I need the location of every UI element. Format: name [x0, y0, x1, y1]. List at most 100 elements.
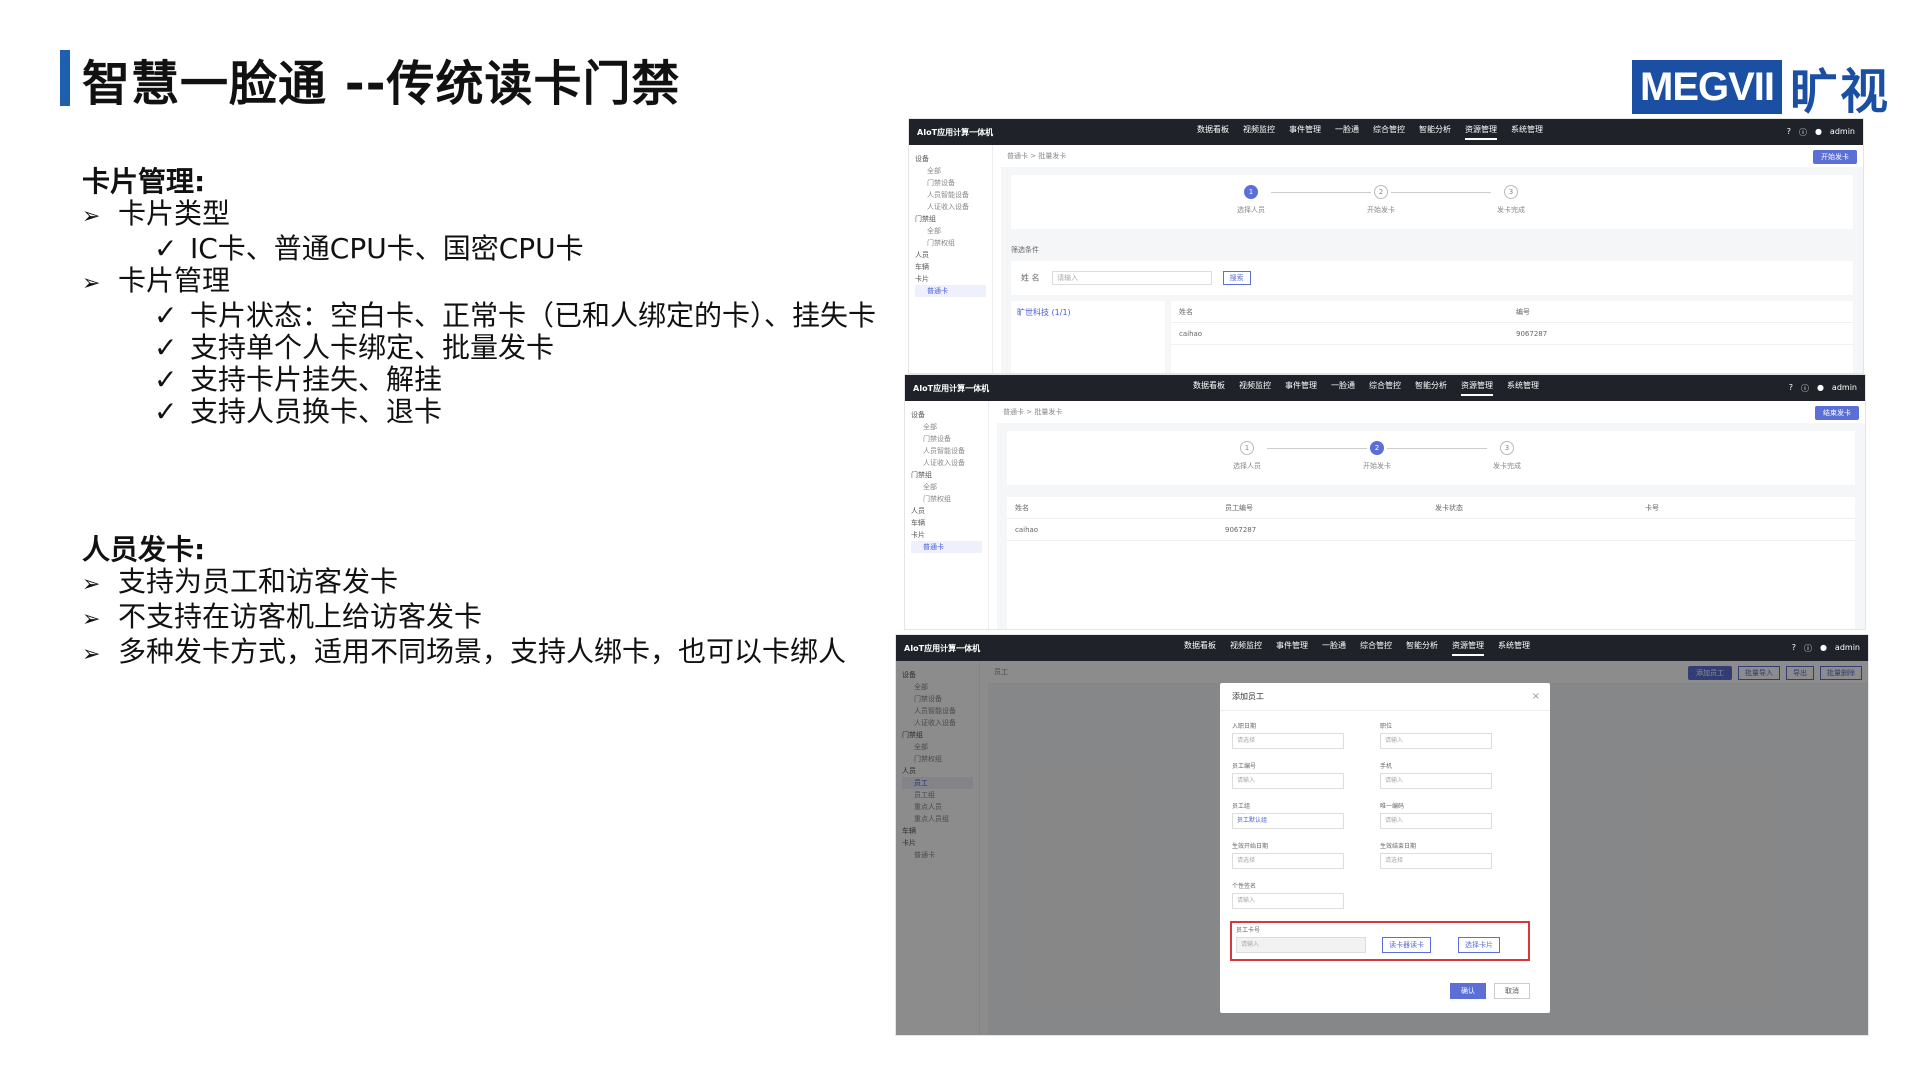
- name-input[interactable]: 请输入: [1052, 271, 1213, 285]
- start-issue-button[interactable]: 开始发卡: [1813, 150, 1857, 164]
- menu-item[interactable]: 视频监控: [1243, 124, 1275, 140]
- app-topbar: AIoT应用计算一体机 数据看板 视频监控 事件管理 一脸通 综合管控 智能分析…: [909, 119, 1863, 145]
- sidebar-group[interactable]: 门禁组: [915, 213, 986, 225]
- sidebar-item[interactable]: 全部: [911, 421, 982, 433]
- valid-end-input[interactable]: 请选择: [1380, 853, 1492, 869]
- sidebar-item[interactable]: 人证收入设备: [915, 201, 986, 213]
- sidebar-group[interactable]: 人员: [915, 249, 986, 261]
- hire-date-input[interactable]: 请选择: [1232, 733, 1344, 749]
- cell: caihao: [1179, 330, 1203, 338]
- help-icon[interactable]: ?: [1787, 127, 1791, 138]
- sidebar-group[interactable]: 设备: [911, 409, 982, 421]
- sidebar-group[interactable]: 人员: [911, 505, 982, 517]
- menu-item[interactable]: 系统管理: [1498, 640, 1530, 656]
- check-icon: ✓: [154, 299, 178, 332]
- sidebar-item[interactable]: 全部: [915, 165, 986, 177]
- phone-input[interactable]: 请输入: [1380, 773, 1492, 789]
- read-card-button[interactable]: 读卡器读卡: [1382, 937, 1431, 953]
- menu-item[interactable]: 系统管理: [1511, 124, 1543, 140]
- sub-bullet: ✓ IC卡、普通CPU卡、国密CPU卡: [82, 233, 876, 265]
- help-icon[interactable]: ?: [1792, 643, 1796, 654]
- username[interactable]: admin: [1835, 643, 1860, 654]
- menu-item-active[interactable]: 资源管理: [1461, 380, 1493, 396]
- sidebar-group[interactable]: 设备: [915, 153, 986, 165]
- menu-item[interactable]: 智能分析: [1415, 380, 1447, 396]
- menu-item[interactable]: 一脸通: [1335, 124, 1359, 140]
- sidebar-item-active[interactable]: 普通卡: [911, 541, 982, 553]
- sidebar-item[interactable]: 门禁设备: [915, 177, 986, 189]
- menu-item-active[interactable]: 资源管理: [1465, 124, 1497, 140]
- username[interactable]: admin: [1832, 383, 1857, 394]
- sidebar-item[interactable]: 全部: [911, 481, 982, 493]
- sidebar-group[interactable]: 车辆: [915, 261, 986, 273]
- menu-item[interactable]: 综合管控: [1373, 124, 1405, 140]
- issue-table: 姓名 员工编号 发卡状态 卡号 caihao 9067287: [1007, 497, 1855, 629]
- menu-item[interactable]: 智能分析: [1406, 640, 1438, 656]
- valid-start-input[interactable]: 请选择: [1232, 853, 1344, 869]
- sidebar-group[interactable]: 车辆: [911, 517, 982, 529]
- sidebar-group[interactable]: 卡片: [911, 529, 982, 541]
- info-icon[interactable]: ⓘ: [1801, 383, 1809, 394]
- employee-no-input[interactable]: 请输入: [1232, 773, 1344, 789]
- username[interactable]: admin: [1830, 127, 1855, 138]
- menu-item[interactable]: 一脸通: [1331, 380, 1355, 396]
- menu-item[interactable]: 数据看板: [1184, 640, 1216, 656]
- table-row[interactable]: caihao 9067287: [1171, 323, 1853, 345]
- menu-item[interactable]: 事件管理: [1285, 380, 1317, 396]
- end-issue-button[interactable]: 结束发卡: [1815, 406, 1859, 420]
- close-icon[interactable]: ×: [1532, 683, 1540, 711]
- cancel-button[interactable]: 取消: [1494, 983, 1530, 999]
- menu-item[interactable]: 视频监控: [1239, 380, 1271, 396]
- sidebar-item[interactable]: 人员智能设备: [911, 445, 982, 457]
- menu-item[interactable]: 数据看板: [1193, 380, 1225, 396]
- help-icon[interactable]: ?: [1789, 383, 1793, 394]
- position-input[interactable]: 请输入: [1380, 733, 1492, 749]
- menu-item-active[interactable]: 资源管理: [1452, 640, 1484, 656]
- bullet-card-manage: ➢ 卡片管理: [82, 265, 876, 300]
- menu-item[interactable]: 一脸通: [1322, 640, 1346, 656]
- sidebar-group[interactable]: 卡片: [915, 273, 986, 285]
- menu-item[interactable]: 数据看板: [1197, 124, 1229, 140]
- menu-item[interactable]: 事件管理: [1276, 640, 1308, 656]
- user-icon[interactable]: ●: [1820, 643, 1827, 654]
- menu-item[interactable]: 事件管理: [1289, 124, 1321, 140]
- tree-item[interactable]: 旷世科技 (1/1): [1017, 308, 1071, 317]
- field-label: 个性签名: [1232, 883, 1257, 890]
- sidebar-item[interactable]: 人证收入设备: [911, 457, 982, 469]
- menu-item[interactable]: 综合管控: [1360, 640, 1392, 656]
- check-icon: ✓: [154, 363, 178, 396]
- breadcrumb: 普通卡 > 批量发卡: [1001, 145, 1863, 167]
- sidebar-item[interactable]: 门禁设备: [911, 433, 982, 445]
- field-label: 生效结束日期: [1380, 843, 1417, 850]
- table-row[interactable]: caihao 9067287: [1007, 519, 1855, 541]
- step-label: 选择人员: [1233, 462, 1261, 470]
- user-icon[interactable]: ●: [1817, 383, 1824, 394]
- info-icon[interactable]: ⓘ: [1804, 643, 1812, 654]
- card-number-input[interactable]: 请输入: [1236, 937, 1366, 953]
- unique-code-input[interactable]: 请输入: [1380, 813, 1492, 829]
- topbar-right: ? ⓘ ● admin: [1789, 383, 1857, 394]
- col-header: 编号: [1516, 308, 1530, 316]
- sidebar-item[interactable]: 全部: [915, 225, 986, 237]
- field-label: 入职日期: [1232, 723, 1257, 730]
- choose-card-button[interactable]: 选择卡片: [1458, 937, 1500, 953]
- menu-item[interactable]: 视频监控: [1230, 640, 1262, 656]
- sidebar-item[interactable]: 人员智能设备: [915, 189, 986, 201]
- menu-item[interactable]: 系统管理: [1507, 380, 1539, 396]
- sidebar-group[interactable]: 门禁组: [911, 469, 982, 481]
- signature-input[interactable]: 请输入: [1232, 893, 1344, 909]
- col-header: 发卡状态: [1435, 504, 1463, 512]
- confirm-button[interactable]: 确认: [1450, 983, 1486, 999]
- employee-group-select[interactable]: 员工默认组: [1232, 813, 1344, 829]
- search-button[interactable]: 搜索: [1222, 271, 1251, 285]
- sidebar-item[interactable]: 门禁权组: [911, 493, 982, 505]
- menu-item[interactable]: 智能分析: [1419, 124, 1451, 140]
- menu-item[interactable]: 综合管控: [1369, 380, 1401, 396]
- info-icon[interactable]: ⓘ: [1799, 127, 1807, 138]
- app-name: AIoT应用计算一体机: [913, 383, 990, 393]
- sidebar-item-active[interactable]: 普通卡: [915, 285, 986, 297]
- user-icon[interactable]: ●: [1815, 127, 1822, 138]
- cell: [1645, 519, 1855, 540]
- sidebar-item[interactable]: 门禁权组: [915, 237, 986, 249]
- org-tree: 旷世科技 (1/1): [1011, 301, 1165, 373]
